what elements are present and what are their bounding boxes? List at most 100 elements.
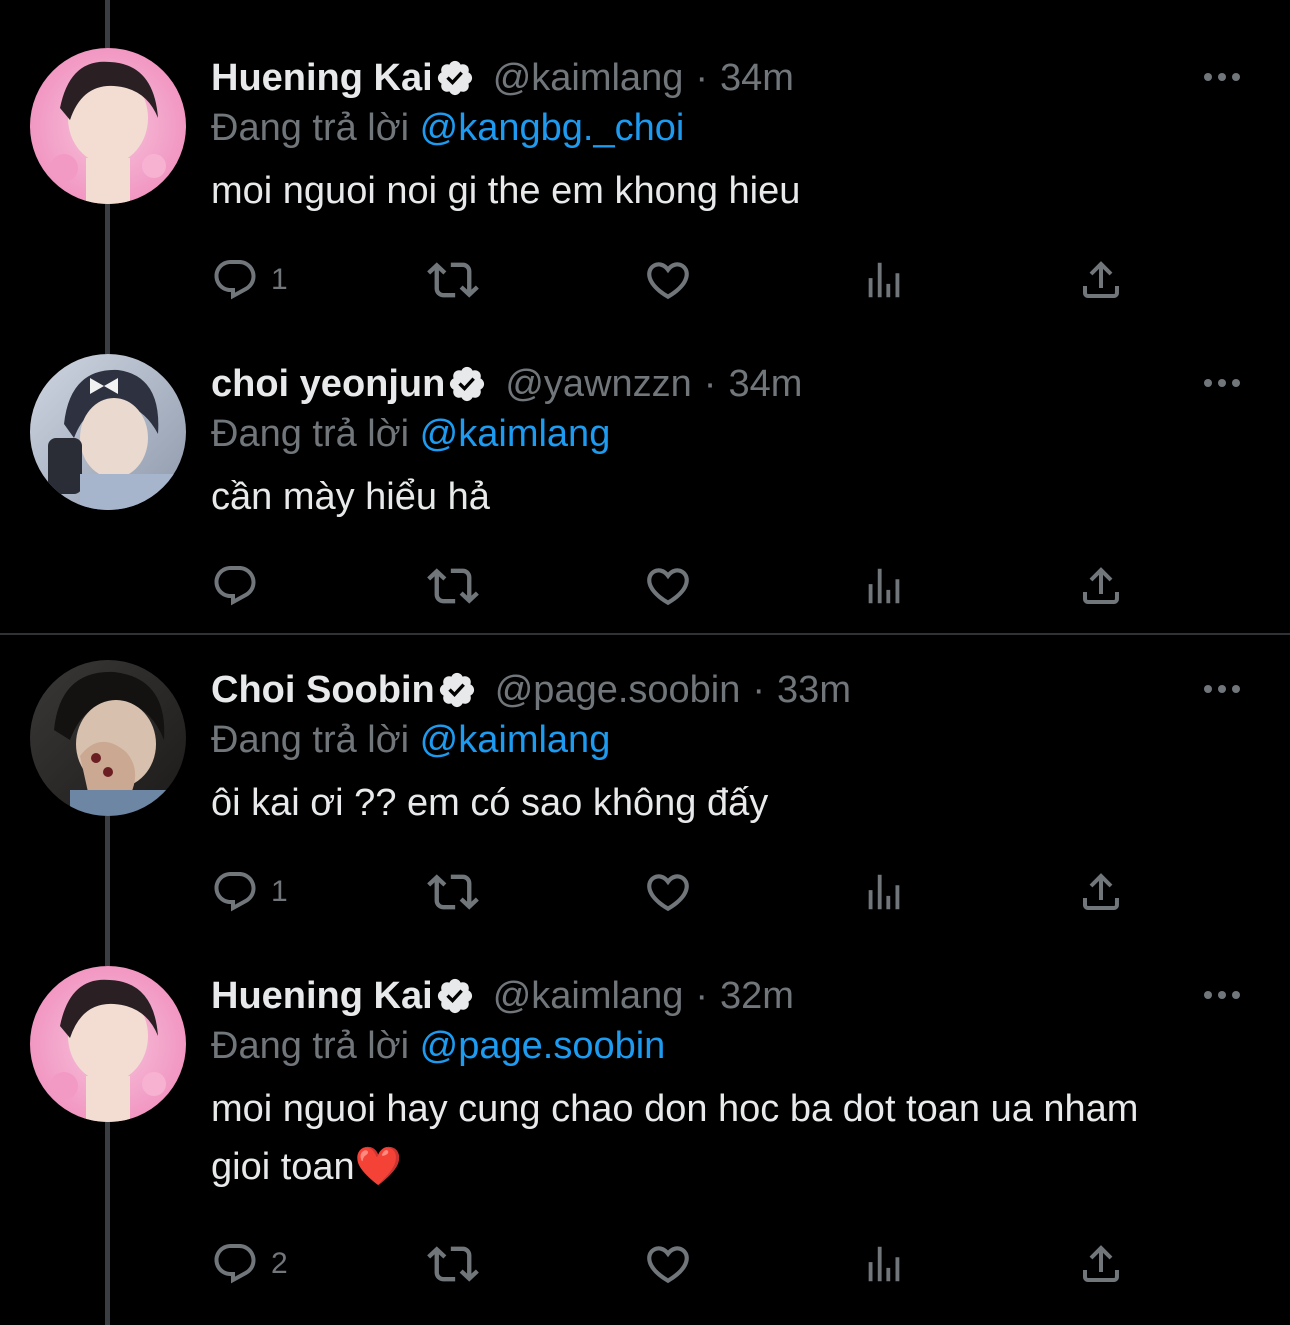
tweet-header: choi yeonjun @yawnzzn · 34m [211, 360, 802, 408]
heart-icon [647, 262, 689, 300]
timestamp[interactable]: 34m [720, 57, 794, 100]
reply-icon [214, 260, 256, 300]
tweet[interactable]: Huening Kai @kaimlang · 32m Đang trả lời… [0, 966, 1290, 1316]
views-button[interactable] [861, 1236, 907, 1292]
more-icon[interactable] [1202, 682, 1242, 696]
display-name[interactable]: Choi Soobin [211, 669, 435, 712]
share-button[interactable] [1077, 252, 1125, 308]
retweet-icon [427, 568, 479, 604]
share-icon [1083, 567, 1119, 604]
heart-icon [647, 1246, 689, 1284]
reply-count: 2 [271, 1247, 288, 1280]
reply-count: 1 [271, 263, 288, 296]
tweet-actions: 2 [211, 1236, 1151, 1292]
separator: · [752, 668, 766, 711]
views-icon [868, 874, 900, 910]
tweet-text: cần mày hiểu hả [211, 476, 490, 518]
reply-icon [214, 872, 256, 912]
thread-divider [0, 633, 1290, 635]
like-button[interactable] [643, 252, 693, 308]
tweet[interactable]: choi yeonjun @yawnzzn · 34m Đang trả lời… [0, 354, 1290, 624]
reply-icon [214, 1244, 256, 1284]
views-icon [868, 262, 900, 298]
replying-prefix: Đang trả lời [211, 413, 410, 455]
handle[interactable]: @yawnzzn [505, 363, 691, 406]
handle[interactable]: @kaimlang [493, 975, 684, 1018]
replying-to: Đang trả lời @page.soobin [211, 1022, 665, 1070]
like-button[interactable] [643, 558, 693, 614]
tweet-header: Choi Soobin @page.soobin · 33m [211, 666, 851, 714]
tweet[interactable]: Choi Soobin @page.soobin · 33m Đang trả … [0, 660, 1290, 950]
more-icon[interactable] [1202, 376, 1242, 390]
replying-to-mention[interactable]: @kangbg._choi [420, 107, 685, 149]
tweet-text: ôi kai ơi ?? em có sao không đấy [211, 782, 769, 824]
views-button[interactable] [861, 252, 907, 308]
reply-button[interactable] [211, 558, 271, 614]
tweet-header: Huening Kai @kaimlang · 32m [211, 972, 794, 1020]
replying-to-mention[interactable]: @page.soobin [420, 1025, 666, 1067]
timestamp[interactable]: 32m [720, 975, 794, 1018]
replying-to-mention[interactable]: @kaimlang [420, 719, 611, 761]
heart-icon [647, 568, 689, 606]
share-icon [1083, 873, 1119, 910]
reply-button[interactable]: 2 [211, 1236, 288, 1292]
views-button[interactable] [861, 558, 907, 614]
handle[interactable]: @kaimlang [493, 57, 684, 100]
views-icon [868, 568, 900, 604]
tweet[interactable]: Huening Kai @kaimlang · 34m Đang trả lời… [0, 48, 1290, 338]
verified-badge-icon [447, 364, 487, 404]
separator: · [695, 56, 708, 99]
retweet-button[interactable] [427, 1236, 479, 1292]
views-button[interactable] [861, 864, 907, 920]
share-icon [1083, 1245, 1119, 1282]
retweet-button[interactable] [427, 558, 479, 614]
share-button[interactable] [1077, 864, 1125, 920]
separator: · [703, 362, 717, 405]
retweet-icon [427, 1246, 479, 1282]
replying-to: Đang trả lời @kangbg._choi [211, 104, 684, 152]
replying-to-mention[interactable]: @kaimlang [420, 413, 611, 455]
replying-to: Đang trả lời @kaimlang [211, 410, 610, 458]
retweet-button[interactable] [427, 864, 479, 920]
replying-prefix: Đang trả lời [211, 1025, 410, 1067]
handle[interactable]: @page.soobin [495, 669, 741, 712]
replying-to: Đang trả lời @kaimlang [211, 716, 610, 764]
verified-badge-icon [435, 976, 475, 1016]
timestamp[interactable]: 34m [728, 363, 802, 406]
display-name[interactable]: choi yeonjun [211, 363, 445, 406]
reply-button[interactable]: 1 [211, 252, 288, 308]
avatar[interactable] [30, 660, 186, 816]
display-name[interactable]: Huening Kai [211, 57, 433, 100]
verified-badge-icon [435, 58, 475, 98]
reply-button[interactable]: 1 [211, 864, 288, 920]
tweet-text: moi nguoi hay cung chao don hoc ba dot t… [211, 1088, 1139, 1188]
reply-count: 1 [271, 875, 288, 908]
retweet-button[interactable] [427, 252, 479, 308]
like-button[interactable] [643, 864, 693, 920]
separator: · [695, 974, 708, 1017]
replying-prefix: Đang trả lời [211, 107, 410, 149]
more-icon[interactable] [1202, 988, 1242, 1002]
tweet-actions [211, 558, 1151, 614]
avatar[interactable] [30, 966, 186, 1122]
share-icon [1083, 261, 1119, 298]
more-icon[interactable] [1202, 70, 1242, 84]
avatar[interactable] [30, 354, 186, 510]
heart-icon [647, 874, 689, 912]
display-name[interactable]: Huening Kai [211, 975, 433, 1018]
reply-icon [214, 566, 256, 606]
verified-badge-icon [437, 670, 477, 710]
retweet-icon [427, 262, 479, 298]
share-button[interactable] [1077, 1236, 1125, 1292]
tweet-header: Huening Kai @kaimlang · 34m [211, 54, 794, 102]
thread-line-top [105, 0, 110, 48]
tweet-actions: 1 [211, 252, 1151, 308]
share-button[interactable] [1077, 558, 1125, 614]
timestamp[interactable]: 33m [777, 669, 851, 712]
like-button[interactable] [643, 1236, 693, 1292]
retweet-icon [427, 874, 479, 910]
replying-prefix: Đang trả lời [211, 719, 410, 761]
tweet-actions: 1 [211, 864, 1151, 920]
avatar[interactable] [30, 48, 186, 204]
tweet-text: moi nguoi noi gi the em khong hieu [211, 170, 801, 212]
